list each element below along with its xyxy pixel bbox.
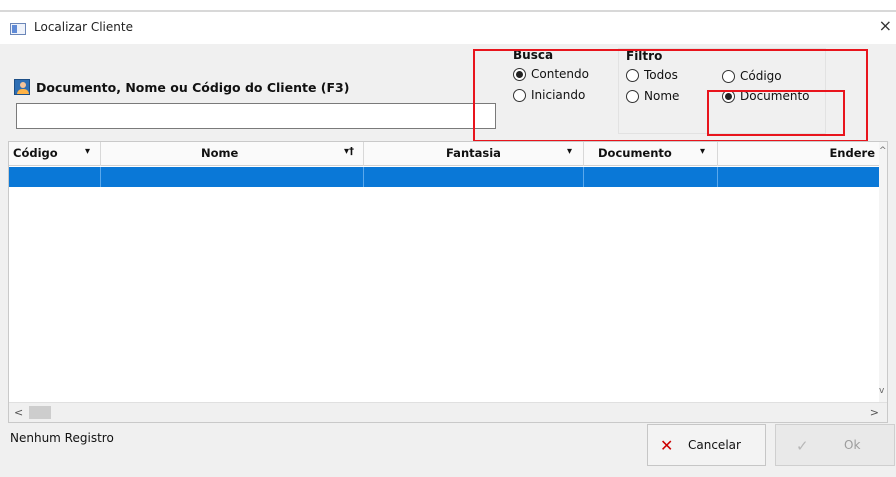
close-icon[interactable]: × [879, 17, 892, 35]
horizontal-scrollbar[interactable]: < > [9, 402, 887, 422]
vertical-scrollbar[interactable]: ^ v [879, 142, 887, 402]
column-endereco[interactable]: Endere [718, 142, 887, 166]
search-input[interactable] [16, 103, 496, 129]
column-codigo[interactable]: Código ▾ [9, 142, 101, 166]
checkmark-icon: ✓ [796, 437, 809, 455]
grid-header: Código ▾ Nome ▾† Fantasia ▾ Documento ▾ … [9, 142, 887, 166]
search-header: Documento, Nome ou Código do Cliente (F3… [14, 79, 349, 95]
cell-endereco [718, 167, 883, 187]
title-bar: Localizar Cliente × [0, 0, 896, 44]
scroll-up-icon[interactable]: ^ [879, 146, 887, 156]
scroll-right-icon[interactable]: > [870, 406, 879, 419]
scroll-down-icon[interactable]: v [879, 386, 884, 396]
column-documento[interactable]: Documento ▾ [584, 142, 718, 166]
column-documento-label: Documento [598, 146, 672, 160]
cell-nome [101, 167, 364, 187]
dialog-panel: Documento, Nome ou Código do Cliente (F3… [0, 44, 896, 477]
column-codigo-dropdown-icon[interactable]: ▾ [85, 146, 90, 157]
cancel-button-label: Cancelar [688, 438, 741, 452]
user-icon [14, 79, 30, 95]
column-nome-sort-icon[interactable]: ▾† [344, 146, 354, 157]
table-row-selected[interactable] [9, 167, 883, 187]
horizontal-scroll-thumb[interactable] [29, 406, 51, 419]
window-app-icon [10, 23, 26, 35]
column-endereco-label: Endere [829, 146, 875, 160]
title-bar-edge [0, 10, 896, 12]
cell-documento [584, 167, 718, 187]
scroll-left-icon[interactable]: < [14, 406, 23, 419]
column-codigo-label: Código [13, 146, 58, 160]
column-fantasia[interactable]: Fantasia ▾ [364, 142, 584, 166]
results-grid[interactable]: Código ▾ Nome ▾† Fantasia ▾ Documento ▾ … [8, 141, 888, 423]
column-fantasia-label: Fantasia [446, 146, 501, 160]
search-label: Documento, Nome ou Código do Cliente (F3… [36, 79, 350, 95]
cancel-button[interactable]: ✕ Cancelar [647, 424, 766, 466]
column-nome-label: Nome [201, 146, 239, 160]
status-text: Nenhum Registro [10, 431, 114, 445]
column-fantasia-dropdown-icon[interactable]: ▾ [567, 146, 572, 157]
window-title: Localizar Cliente [34, 20, 133, 34]
cancel-x-icon: ✕ [660, 436, 674, 455]
column-nome[interactable]: Nome ▾† [101, 142, 364, 166]
highlight-documento-box [707, 90, 845, 136]
ok-button-label: Ok [844, 438, 861, 452]
cell-codigo [9, 167, 101, 187]
column-documento-dropdown-icon[interactable]: ▾ [700, 146, 705, 157]
ok-button[interactable]: ✓ Ok [775, 424, 895, 466]
cell-fantasia [364, 167, 584, 187]
